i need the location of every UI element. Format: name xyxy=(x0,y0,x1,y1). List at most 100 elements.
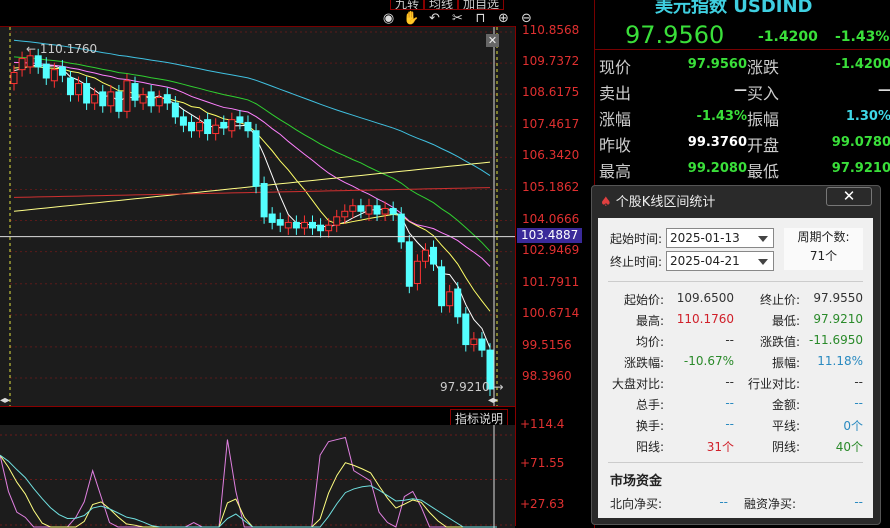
quote-change: -1.4200 xyxy=(758,29,818,45)
candle xyxy=(18,51,26,77)
start-date-select[interactable]: 2025-01-13 xyxy=(666,228,774,248)
tab-ma[interactable]: 均线 xyxy=(424,0,459,10)
candle xyxy=(83,76,91,110)
candle-body xyxy=(34,55,42,68)
tab-jiuzhuan[interactable]: 九转 xyxy=(390,0,425,10)
end-date-select[interactable]: 2025-04-21 xyxy=(666,251,774,271)
high-marker-value: 110.1760 xyxy=(39,42,98,56)
lock-icon[interactable]: ⊓ xyxy=(472,12,489,26)
kline-chart[interactable]: ← 110.1760 97.9210 → ✕ ◂▸ ◂▸ xyxy=(0,26,515,410)
stat-value: 109.6500 xyxy=(676,291,734,305)
price-tick: 109.7372 xyxy=(522,54,580,69)
candle xyxy=(470,332,478,352)
candle xyxy=(478,332,486,358)
dialog-divider xyxy=(608,281,863,282)
indicator-k-line xyxy=(0,436,497,528)
candle-body xyxy=(284,221,292,229)
ma5-line xyxy=(13,64,491,349)
start-date-value: 2025-01-13 xyxy=(670,231,740,245)
candle-body xyxy=(397,213,405,243)
candle-body xyxy=(333,216,341,226)
candle-body xyxy=(220,121,228,129)
chart-toolbar: ◉ ✋ ↶ ✂ ⊓ ⊕ ⊖ xyxy=(380,12,535,26)
candle-body xyxy=(91,94,99,104)
indicator-tick: +27.63 xyxy=(520,497,565,511)
candle-body xyxy=(187,121,195,132)
candle-body xyxy=(325,224,333,232)
close-crosshair-icon[interactable]: ✕ xyxy=(486,34,499,47)
candle-body xyxy=(365,205,373,215)
candle-body xyxy=(252,130,260,187)
candle xyxy=(187,115,195,138)
candle-body xyxy=(268,213,276,223)
candle-body xyxy=(357,205,365,212)
indicator-chart[interactable] xyxy=(0,425,515,528)
stat-value: 97.9550 xyxy=(813,291,863,305)
candle xyxy=(252,123,260,194)
price-tick: 99.5156 xyxy=(522,337,572,352)
candle xyxy=(454,282,462,324)
quote-value: 97.9210 xyxy=(831,161,890,176)
candle xyxy=(389,201,397,222)
cards-icon: ♠ xyxy=(600,195,612,210)
candle xyxy=(99,84,107,113)
hand-icon[interactable]: ✋ xyxy=(403,12,420,26)
candle-body xyxy=(99,91,107,107)
period-count-box: 周期个数: 71个 xyxy=(784,228,863,270)
price-tick: 106.3420 xyxy=(522,148,580,163)
candle xyxy=(284,215,292,235)
funds-title: 市场资金 xyxy=(610,474,663,489)
quote-value: -1.43% xyxy=(696,109,748,124)
price-tick: 102.9469 xyxy=(522,242,580,257)
candle-body xyxy=(405,241,413,287)
high-marker: ← 110.1760 xyxy=(26,42,98,56)
candle xyxy=(276,212,284,233)
candle-body xyxy=(470,338,478,346)
candle xyxy=(405,234,413,294)
dialog-title-text: 个股K线区间统计 xyxy=(615,195,716,210)
stat-value: -- xyxy=(725,417,734,431)
stat-label: 大盘对比: xyxy=(611,377,664,391)
quote-value: -1.4200 xyxy=(835,57,890,72)
candle-body xyxy=(58,66,66,76)
candle-body xyxy=(115,91,123,112)
tab-add-watchlist[interactable]: 加自选 xyxy=(458,0,505,10)
candle-body xyxy=(454,288,462,318)
candle xyxy=(75,76,83,102)
candle-body xyxy=(179,116,187,126)
dialog-close-button[interactable]: ✕ xyxy=(826,187,872,206)
candle-body xyxy=(228,119,236,132)
candle xyxy=(446,284,454,313)
undo-icon[interactable]: ↶ xyxy=(426,12,443,26)
candle xyxy=(228,112,236,138)
eye-icon[interactable]: ◉ xyxy=(380,12,397,26)
quote-change-pct: -1.43% xyxy=(835,29,890,45)
stat-value: -- xyxy=(854,396,863,410)
candle xyxy=(333,209,341,233)
north-value: -- xyxy=(719,495,728,509)
stat-label: 涨跌值: xyxy=(759,335,800,349)
candle-body xyxy=(50,69,58,82)
chevron-down-icon xyxy=(758,259,768,265)
price-axis: 110.8568 109.7372 108.6175 107.4617 106.3420… xyxy=(515,23,593,526)
candle-body xyxy=(147,91,155,107)
stat-label: 起始价: xyxy=(623,293,664,307)
stat-value: -- xyxy=(854,375,863,389)
stat-value: -- xyxy=(725,396,734,410)
candle-body xyxy=(66,77,74,96)
candle-body xyxy=(462,313,470,346)
candle-body xyxy=(341,210,349,218)
stat-label: 行业对比: xyxy=(747,377,800,391)
zoom-in-icon[interactable]: ⊕ xyxy=(495,12,512,26)
candle-body xyxy=(244,121,252,132)
candle-body xyxy=(292,221,300,229)
candle-body xyxy=(83,83,91,104)
period-count-value: 71个 xyxy=(809,249,838,263)
dialog-body: 起始时间: 2025-01-13 终止时间: 2025-04-21 周期个数: … xyxy=(598,218,873,518)
candle xyxy=(349,198,357,219)
indicator-d-line xyxy=(0,454,497,528)
quote-label: 涨跌 xyxy=(747,58,780,77)
scissors-icon[interactable]: ✂ xyxy=(449,12,466,26)
candle-body xyxy=(131,83,139,101)
candle-body xyxy=(260,183,268,218)
